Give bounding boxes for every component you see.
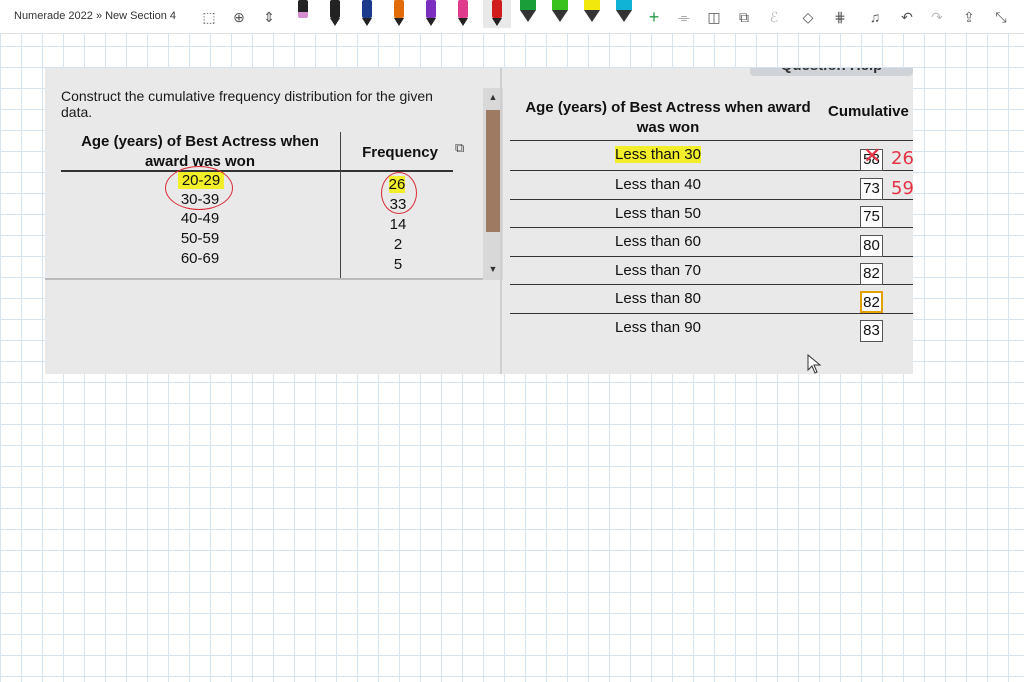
row-divider	[510, 256, 913, 257]
row-divider	[510, 284, 913, 285]
question-help-button[interactable]: Question Help	[750, 68, 913, 76]
row-divider	[510, 313, 913, 314]
answer-row-label: Less than 60	[615, 233, 701, 250]
cumulative-input-active[interactable]: 82	[860, 291, 883, 313]
ink-math-icon[interactable]: ℰ	[763, 6, 785, 28]
pane-divider	[500, 68, 502, 374]
given-frequency-header: Frequency	[362, 144, 438, 161]
cumulative-input[interactable]: 75	[860, 206, 883, 228]
plus-icon[interactable]: +	[643, 6, 665, 28]
ink-correction-26: 26	[891, 148, 914, 169]
given-frequency-cell: 2	[393, 236, 403, 253]
given-frequency-cell: 14	[389, 216, 407, 233]
given-frequency-cell: 5	[393, 256, 403, 273]
ink-replay-icon[interactable]: ⧉	[733, 6, 755, 28]
cumulative-input[interactable]: 83	[860, 320, 883, 342]
pen-orange[interactable]	[389, 0, 409, 28]
ink-correction-59: 59	[891, 178, 914, 199]
fullscreen-icon[interactable]: ⤡	[990, 6, 1012, 28]
given-age-cell: 60-69	[180, 250, 220, 267]
answer-age-header: Age (years) of Best Actress when award w…	[525, 99, 811, 136]
panel-divider	[45, 278, 500, 280]
cumulative-input[interactable]: 80	[860, 235, 883, 257]
pasted-problem-image: Construct the cumulative frequency distr…	[45, 68, 913, 374]
answer-row-label: Less than 30	[615, 146, 701, 163]
share-icon[interactable]: ⇪	[958, 6, 980, 28]
answer-cumulative-header: Cumulative Frequency	[828, 103, 913, 120]
cumulative-input[interactable]: 82	[860, 263, 883, 285]
mouse-cursor-icon	[807, 354, 822, 374]
scroll-thumb[interactable]	[486, 110, 500, 232]
given-age-cell: 50-59	[180, 230, 220, 247]
given-age-cell: 40-49	[180, 210, 220, 227]
cumulative-input[interactable]: 73	[860, 178, 883, 200]
add-space-icon[interactable]: ⊕	[228, 6, 250, 28]
ink-strike-mark: ✕	[863, 144, 882, 169]
column-divider	[340, 132, 341, 278]
answer-row-label: Less than 90	[615, 319, 701, 336]
highlighter-green[interactable]	[549, 0, 571, 28]
highlighter-yellow[interactable]	[581, 0, 603, 28]
pen-purple[interactable]	[421, 0, 441, 28]
highlighter-cyan[interactable]	[613, 0, 635, 28]
answer-row-label: Less than 70	[615, 262, 701, 279]
answer-row-label: Less than 80	[615, 290, 701, 307]
question-text: Construct the cumulative frequency distr…	[61, 88, 433, 120]
ink-circle-ages	[165, 166, 233, 210]
highlighter-green-dark[interactable]	[517, 0, 539, 28]
answer-row-label: Less than 50	[615, 205, 701, 222]
math-icon[interactable]: ♫	[864, 6, 886, 28]
ribbon-toolbar: Numerade 2022 » New Section 4 ⬚ ⊕ ⇕ + ⌯ …	[0, 0, 1024, 34]
eraser-icon[interactable]: ◇	[797, 6, 819, 28]
pen-magenta[interactable]	[453, 0, 473, 28]
popout-icon[interactable]: ⧉	[455, 140, 464, 156]
pen-black[interactable]	[325, 0, 345, 28]
pen-red[interactable]	[483, 0, 511, 28]
answer-row-label: Less than 40	[615, 176, 701, 193]
row-divider	[510, 170, 913, 171]
insert-space-icon[interactable]: ⇕	[258, 6, 280, 28]
ruler-icon[interactable]: ⋕	[829, 6, 851, 28]
ink-to-text-icon[interactable]: ◫	[703, 6, 725, 28]
lasso-select-icon[interactable]: ⬚	[198, 6, 220, 28]
redo-icon[interactable]: ↷	[926, 6, 948, 28]
undo-icon[interactable]: ↶	[896, 6, 918, 28]
ink-to-shape-icon[interactable]: ⌯	[673, 6, 695, 28]
row-divider	[510, 199, 913, 200]
ink-circle-frequencies	[381, 172, 417, 214]
row-divider	[510, 227, 913, 228]
row-divider	[510, 140, 913, 141]
breadcrumb[interactable]: Numerade 2022 » New Section 4	[14, 10, 176, 22]
pen-pink[interactable]	[293, 0, 313, 28]
pen-blue[interactable]	[357, 0, 377, 28]
